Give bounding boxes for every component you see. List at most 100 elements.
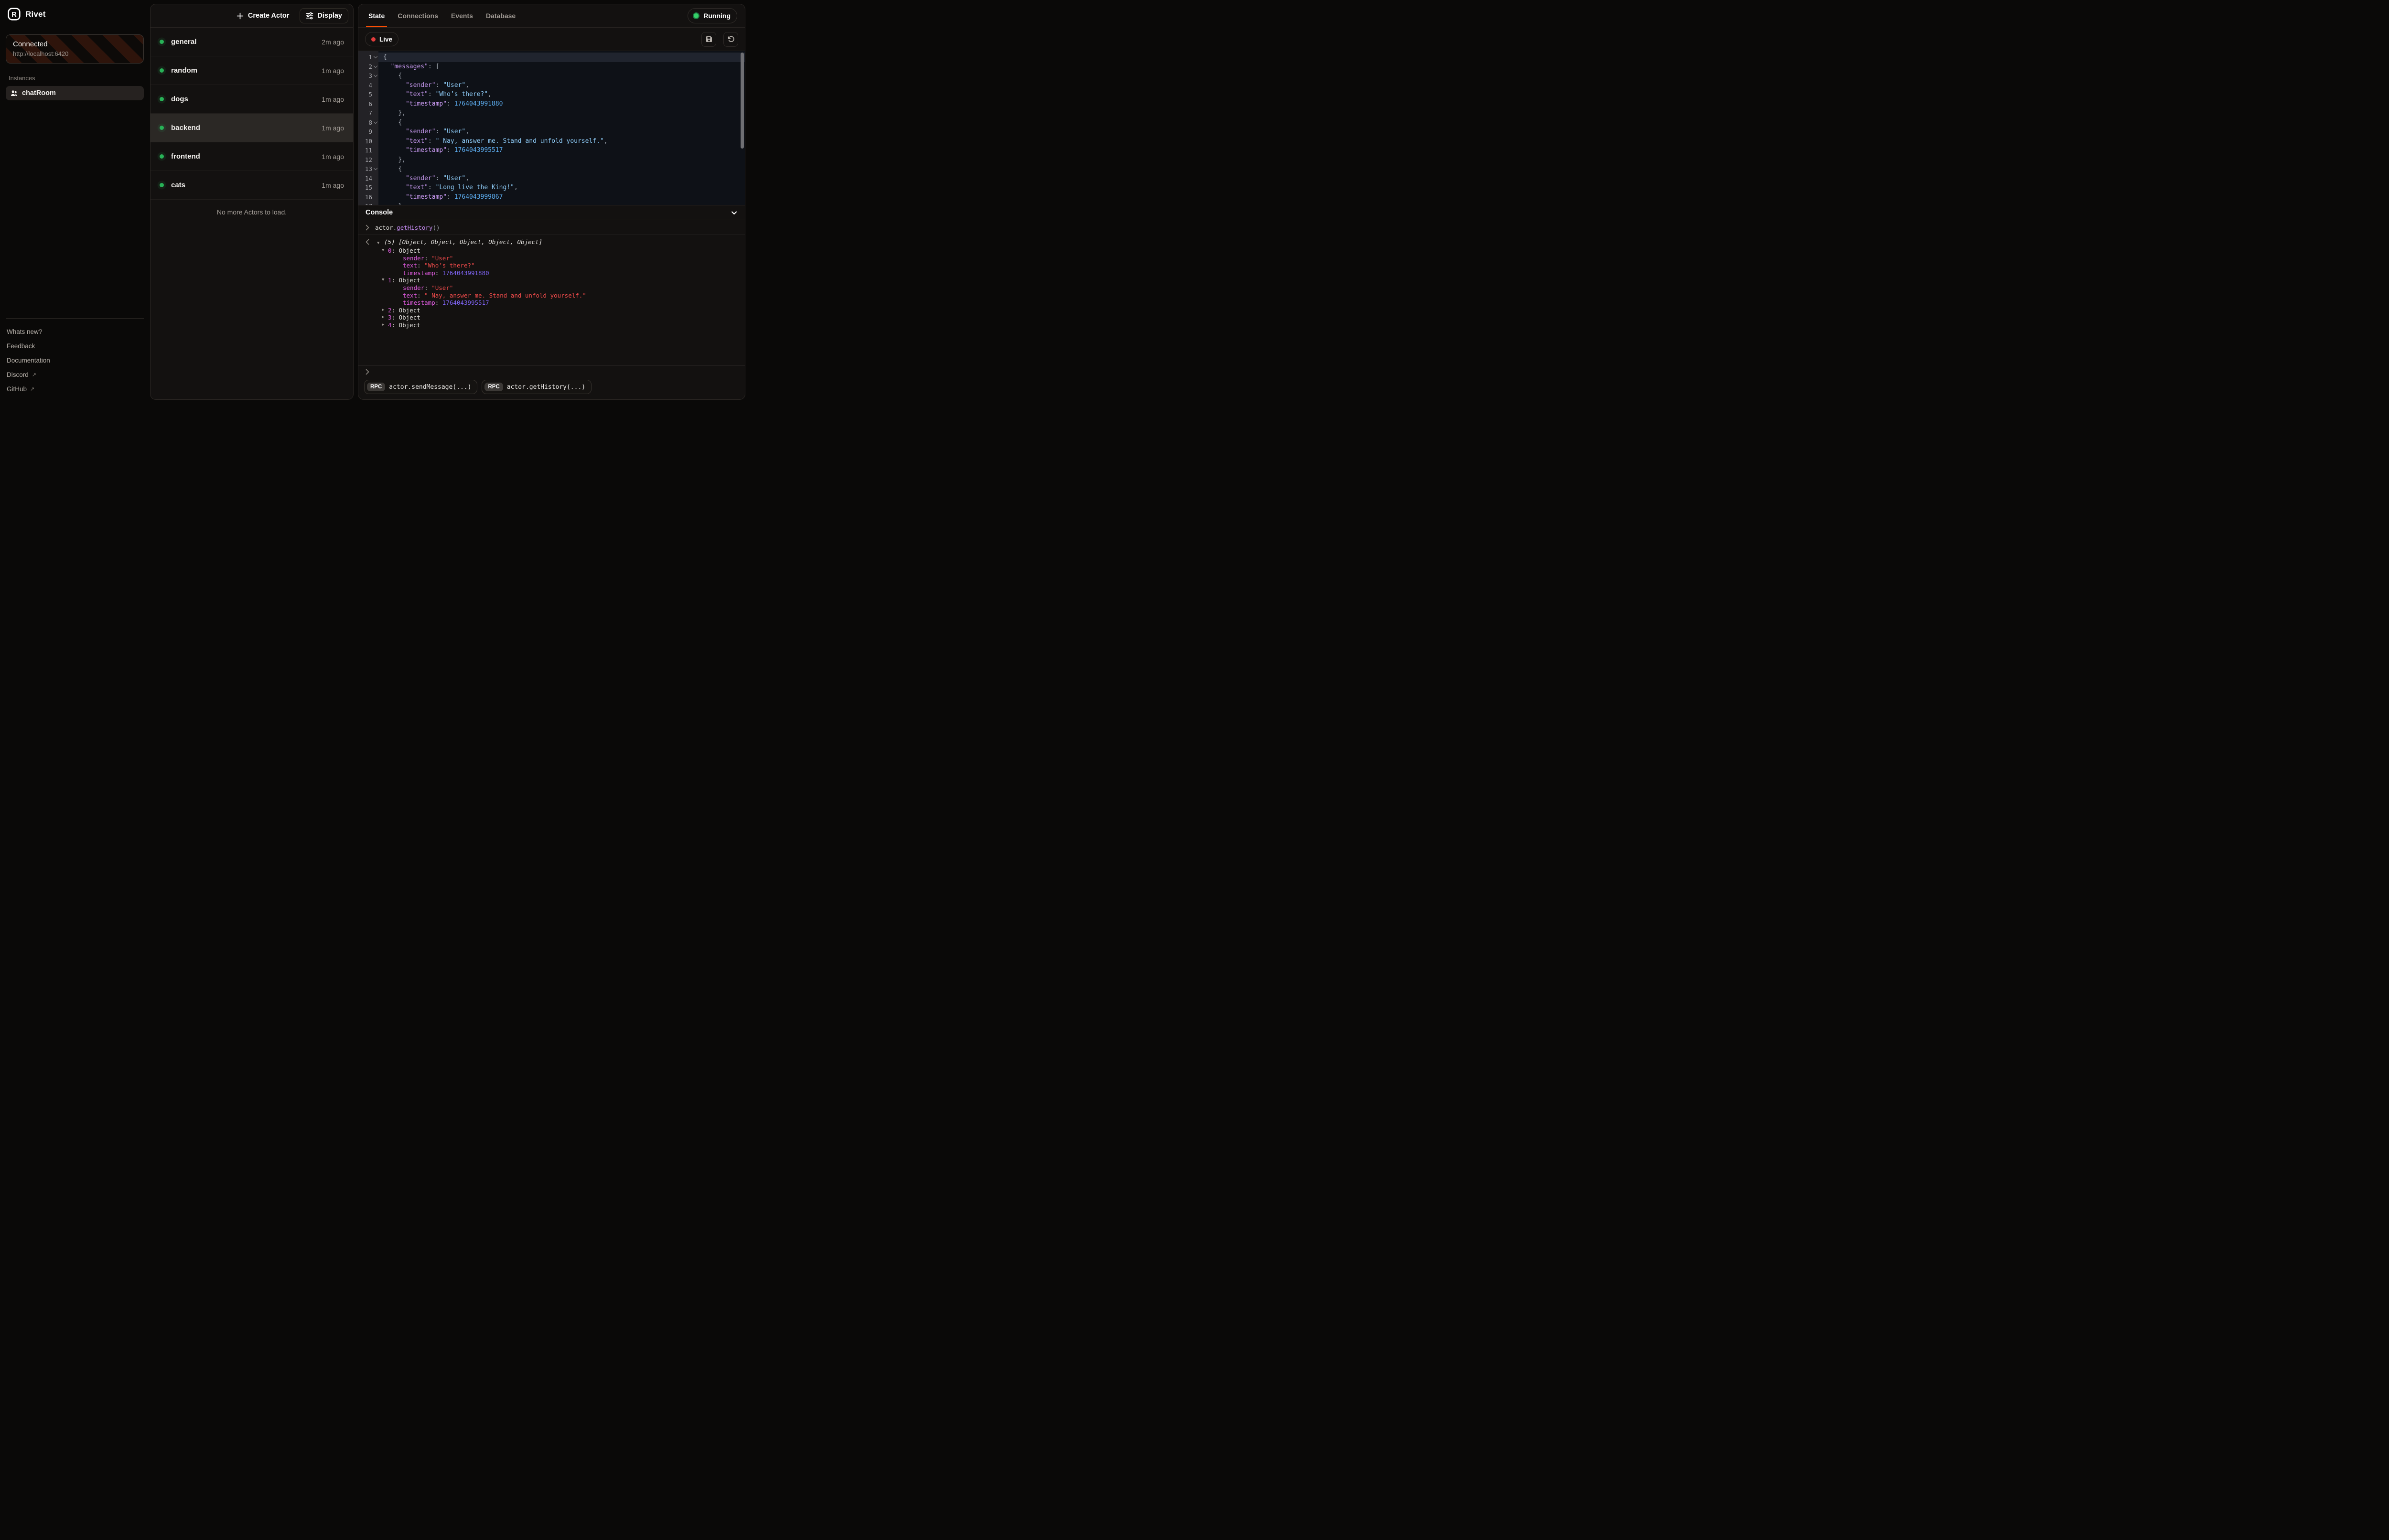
console-header[interactable]: Console (358, 205, 745, 220)
brand-name: Rivet (25, 10, 46, 19)
fold-toggle-icon[interactable] (372, 55, 378, 60)
gutter-row: 17 (358, 202, 378, 205)
fold-spacer (372, 129, 378, 134)
console-history-command[interactable]: actor.getHistory() (358, 220, 745, 235)
field-separator: : (417, 262, 424, 269)
state-json-editor[interactable]: 1234567891011121314151617 { "messages": … (358, 51, 745, 205)
save-button[interactable] (701, 32, 716, 47)
code-line: { (378, 53, 745, 62)
code-token (383, 119, 398, 126)
code-token: : (436, 82, 443, 89)
tree-field-row: timestamp: 1764043991880 (366, 269, 738, 277)
fold-spacer (372, 194, 378, 199)
sidebar-link-whats-new-[interactable]: Whats new? (7, 324, 143, 339)
actor-status-dot (160, 183, 164, 187)
line-number: 4 (368, 82, 372, 89)
editor-scrollbar-thumb[interactable] (741, 53, 744, 149)
sidebar-link-label: Whats new? (7, 328, 42, 335)
editor-toolbar: Live (358, 28, 745, 51)
code-token: " Nay, answer me. Stand and unfold yours… (436, 138, 604, 145)
code-line: "timestamp": 1764043991880 (378, 99, 745, 109)
actors-panel: Create Actor Display general2m agorandom… (150, 4, 354, 400)
live-dot-icon (371, 37, 376, 42)
code-token: "sender" (406, 82, 436, 89)
status-badge[interactable]: Running (688, 8, 737, 23)
actor-row-frontend[interactable]: frontend1m ago (151, 142, 353, 171)
object-separator: : (392, 321, 399, 329)
actor-last-active: 1m ago (322, 124, 344, 132)
sidebar-item-chatroom[interactable]: chatRoom (6, 86, 144, 100)
code-token: [ (436, 63, 440, 70)
object-label: Object (399, 321, 420, 329)
code-token: : (447, 147, 454, 154)
expanded-triangle-icon[interactable]: ▼ (382, 277, 388, 284)
fold-toggle-icon[interactable] (372, 167, 378, 171)
line-number: 13 (365, 165, 372, 172)
line-number: 17 (365, 203, 372, 205)
tab-database[interactable]: Database (484, 4, 518, 27)
actor-row-general[interactable]: general2m ago (151, 28, 353, 56)
code-token (383, 138, 406, 145)
object-index: 3 (388, 314, 392, 321)
collapsed-triangle-icon[interactable]: ▶ (382, 321, 388, 329)
chevron-down-glyph (373, 54, 377, 58)
line-number: 12 (365, 156, 372, 163)
code-token (383, 91, 406, 98)
live-badge[interactable]: Live (365, 32, 398, 46)
actor-row-cats[interactable]: cats1m ago (151, 171, 353, 200)
rpc-button-actor-sendmessage-[interactable]: RPCactor.sendMessage(...) (364, 380, 477, 394)
tree-object-row: ▼0: Object (366, 247, 738, 255)
gutter-row: 16 (358, 192, 378, 202)
fold-spacer (372, 111, 378, 116)
brand[interactable]: R Rivet (6, 7, 144, 21)
fold-toggle-icon[interactable] (372, 74, 378, 78)
tab-events[interactable]: Events (449, 4, 475, 27)
sidebar-link-feedback[interactable]: Feedback (7, 339, 143, 353)
display-button[interactable]: Display (300, 8, 348, 23)
fold-toggle-icon[interactable] (372, 120, 378, 125)
field-key: sender (403, 255, 424, 262)
object-label: Object (399, 247, 420, 255)
line-number: 11 (365, 147, 372, 154)
result-expand-toggle[interactable]: ▼ (377, 238, 384, 247)
fold-toggle-icon[interactable] (372, 64, 378, 69)
rpc-method-label: actor.sendMessage(...) (389, 384, 471, 391)
field-value: "Who’s there?" (424, 262, 474, 269)
rpc-button-actor-gethistory-[interactable]: RPCactor.getHistory(...) (482, 380, 592, 394)
fold-spacer (372, 176, 378, 181)
actor-row-backend[interactable]: backend1m ago (151, 114, 353, 142)
object-label: Object (399, 277, 420, 284)
undo-icon-button[interactable] (723, 32, 738, 47)
line-number: 15 (365, 184, 372, 191)
tab-state[interactable]: State (366, 4, 387, 27)
create-actor-button[interactable]: Create Actor (234, 11, 292, 20)
sidebar-link-discord[interactable]: Discord↗ (7, 367, 143, 382)
code-token: 1764043999867 (454, 193, 503, 201)
gutter-row: 9 (358, 127, 378, 137)
actor-row-dogs[interactable]: dogs1m ago (151, 85, 353, 114)
rpc-badge: RPC (484, 383, 503, 391)
code-line: "text": "Long live the King!", (378, 183, 745, 192)
actor-row-random[interactable]: random1m ago (151, 56, 353, 85)
line-number: 8 (368, 119, 372, 126)
editor-code[interactable]: { "messages": [ { "sender": "User", "tex… (378, 51, 745, 205)
sidebar-footer: Whats new? FeedbackDocumentationDiscord↗G… (6, 318, 144, 396)
sidebar-link-documentation[interactable]: Documentation (7, 353, 143, 367)
line-number: 2 (368, 63, 372, 70)
field-separator: : (435, 269, 442, 277)
chevron-down-icon[interactable] (731, 209, 738, 216)
tree-field-row: sender: "User" (366, 284, 738, 292)
code-token: } (398, 156, 402, 163)
expanded-triangle-icon[interactable]: ▼ (382, 247, 388, 255)
console-input[interactable] (358, 366, 745, 377)
collapsed-triangle-icon[interactable]: ▶ (382, 314, 388, 321)
line-number: 9 (368, 128, 372, 135)
sidebar-link-github[interactable]: GitHub↗ (7, 382, 143, 396)
line-number: 1 (368, 53, 372, 61)
collapsed-triangle-icon[interactable]: ▶ (382, 307, 388, 314)
actors-empty-note: No more Actors to load. (151, 200, 353, 225)
fold-spacer (372, 101, 378, 106)
create-actor-label: Create Actor (248, 12, 290, 20)
code-token: "User" (443, 128, 465, 135)
tab-connections[interactable]: Connections (395, 4, 441, 27)
